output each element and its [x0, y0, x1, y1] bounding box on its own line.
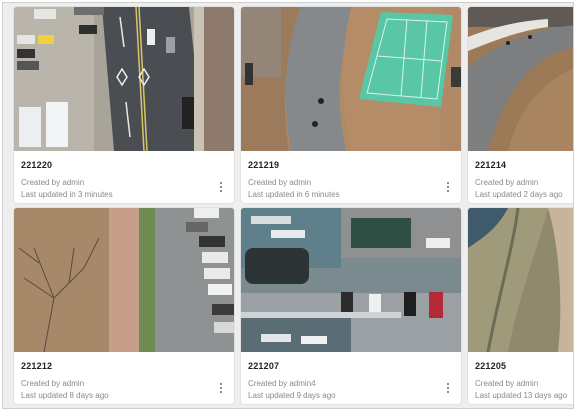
project-created-by: Created by admin: [475, 379, 539, 388]
project-last-updated: Last updated 8 days ago: [21, 391, 109, 400]
project-title: 221220: [21, 160, 53, 170]
more-vertical-icon[interactable]: [446, 182, 450, 194]
project-card[interactable]: 221212 Created by admin Last updated 8 d…: [14, 208, 234, 404]
project-card[interactable]: 221214 Created by admin Last updated 2 d…: [468, 7, 573, 203]
more-vertical-icon[interactable]: [446, 383, 450, 395]
project-last-updated: Last updated 9 days ago: [248, 391, 336, 400]
project-card[interactable]: 221219 Created by admin Last updated in …: [241, 7, 461, 203]
project-title: 221219: [248, 160, 280, 170]
project-title: 221212: [21, 361, 53, 371]
project-card[interactable]: 221205 Created by admin Last updated 13 …: [468, 208, 573, 404]
more-vertical-icon[interactable]: [219, 182, 223, 194]
project-last-updated: Last updated in 3 minutes: [21, 190, 113, 199]
project-card[interactable]: 221207 Created by admin4 Last updated 9 …: [241, 208, 461, 404]
project-created-by: Created by admin: [475, 178, 539, 187]
project-title: 221205: [475, 361, 507, 371]
project-thumbnail[interactable]: [14, 208, 234, 352]
project-card[interactable]: 221220 Created by admin Last updated in …: [14, 7, 234, 203]
project-last-updated: Last updated in 6 minutes: [248, 190, 340, 199]
project-grid: 221220 Created by admin Last updated in …: [2, 2, 574, 409]
project-thumbnail[interactable]: [468, 208, 573, 352]
project-created-by: Created by admin: [248, 178, 312, 187]
project-thumbnail[interactable]: [241, 208, 461, 352]
project-title: 221207: [248, 361, 280, 371]
more-vertical-icon[interactable]: [219, 383, 223, 395]
project-created-by: Created by admin: [21, 178, 85, 187]
project-last-updated: Last updated 13 days ago: [475, 391, 568, 400]
project-created-by: Created by admin4: [248, 379, 316, 388]
project-title: 221214: [475, 160, 507, 170]
project-thumbnail[interactable]: [241, 7, 461, 151]
project-created-by: Created by admin: [21, 379, 85, 388]
project-last-updated: Last updated 2 days ago: [475, 190, 563, 199]
project-thumbnail[interactable]: [468, 7, 573, 151]
project-thumbnail[interactable]: [14, 7, 234, 151]
